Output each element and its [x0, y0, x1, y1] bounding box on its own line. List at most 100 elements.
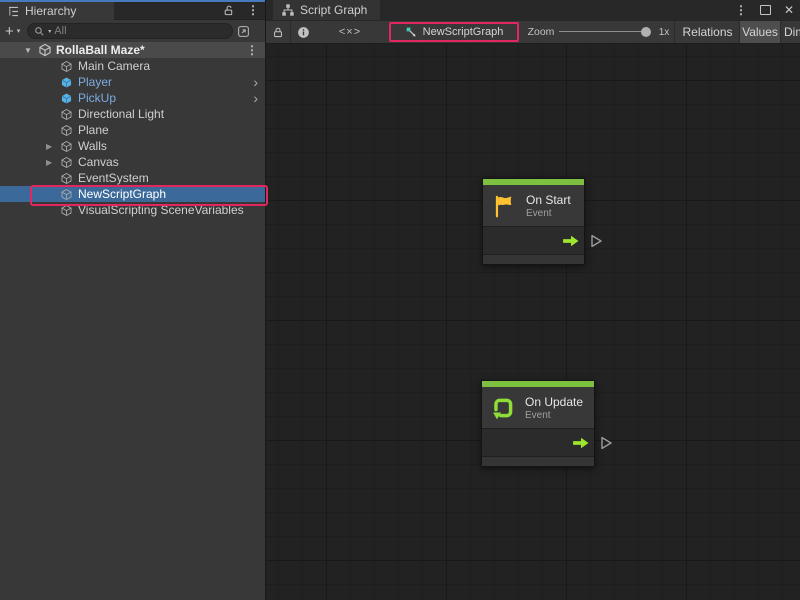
- zoom-value: 1x: [654, 21, 674, 43]
- relations-button[interactable]: Relations: [676, 21, 739, 43]
- cube-icon: [60, 188, 73, 201]
- chevron-right-icon[interactable]: ›: [253, 75, 258, 89]
- node-port-row: [483, 226, 584, 255]
- hierarchy-item-newscriptgraph[interactable]: ▶ NewScriptGraph ›: [0, 186, 265, 202]
- hierarchy-tab-actions: ⋮: [223, 2, 259, 18]
- node-on-start[interactable]: On Start Event: [482, 178, 585, 265]
- graph-icon: [281, 3, 295, 17]
- hierarchy-panel: Hierarchy ⋮ +▾ ▾ All: [0, 0, 265, 600]
- breadcrumb-label: NewScriptGraph: [423, 26, 504, 38]
- hierarchy-icon: [7, 5, 20, 18]
- foldout-icon[interactable]: ▶: [46, 158, 60, 167]
- zoom-label: Zoom: [524, 21, 558, 43]
- script-graph-panel: Script Graph ⋮ ✕ <×> Ne: [265, 0, 800, 600]
- unlock-icon[interactable]: [223, 4, 235, 17]
- node-footer: [483, 255, 584, 264]
- kebab-menu-icon[interactable]: ⋮: [246, 44, 258, 56]
- variables-toggle[interactable]: <×>: [334, 21, 366, 43]
- scene-name: RollaBall Maze*: [56, 43, 145, 57]
- hierarchy-item-walls[interactable]: ▶ Walls ›: [0, 138, 265, 154]
- flow-port-triangle-icon[interactable]: [600, 435, 613, 451]
- hierarchy-tab-bar: Hierarchy ⋮: [0, 0, 265, 20]
- node-header: On Update Event: [482, 387, 594, 428]
- cube-icon: [60, 124, 73, 137]
- item-label: EventSystem: [78, 171, 149, 185]
- unity-editor-window: Hierarchy ⋮ +▾ ▾ All: [0, 0, 800, 600]
- hierarchy-list: ▶ Main Camera › ▶ Player › ▶ PickUp › ▶: [0, 58, 265, 218]
- hierarchy-item-plane[interactable]: ▶ Plane ›: [0, 122, 265, 138]
- cube-icon: [60, 204, 73, 217]
- cube-icon: [60, 140, 73, 153]
- cube-icon: [60, 108, 73, 121]
- item-label: PickUp: [78, 91, 116, 105]
- foldout-icon[interactable]: ▶: [46, 142, 60, 151]
- window-controls: ⋮ ✕: [735, 0, 794, 20]
- node-subtitle: Event: [525, 410, 583, 421]
- hierarchy-item-canvas[interactable]: ▶ Canvas ›: [0, 154, 265, 170]
- info-button[interactable]: [292, 21, 315, 43]
- toolbar-separator: [674, 21, 675, 43]
- node-titles: On Update Event: [525, 395, 583, 421]
- hierarchy-item-main-camera[interactable]: ▶ Main Camera ›: [0, 58, 265, 74]
- flow-output-arrow-icon[interactable]: [571, 436, 590, 449]
- node-on-update[interactable]: On Update Event: [481, 380, 595, 467]
- tab-script-graph[interactable]: Script Graph: [273, 0, 380, 20]
- item-label: VisualScripting SceneVariables: [78, 203, 244, 217]
- foldout-open-icon[interactable]: ▼: [24, 46, 38, 55]
- node-subtitle: Event: [526, 208, 571, 219]
- dim-button[interactable]: Dim: [781, 21, 800, 43]
- node-header: On Start Event: [483, 185, 584, 226]
- unity-logo-icon: [38, 43, 52, 57]
- item-label: Walls: [78, 139, 107, 153]
- graph-breadcrumb[interactable]: NewScriptGraph: [405, 26, 504, 39]
- scene-header[interactable]: ▼ RollaBall Maze* ⋮: [0, 42, 265, 58]
- script-graph-toolbar: <×> NewScriptGraph Zoom 1x Relations Val…: [266, 20, 800, 44]
- item-label: Player: [78, 75, 112, 89]
- item-label: NewScriptGraph: [78, 187, 166, 201]
- kebab-menu-icon[interactable]: ⋮: [247, 4, 259, 16]
- node-footer: [482, 457, 594, 466]
- node-titles: On Start Event: [526, 193, 571, 219]
- item-label: Plane: [78, 123, 109, 137]
- graph-canvas[interactable]: On Start Event On Update Event: [266, 44, 800, 600]
- add-object-button[interactable]: +▾: [5, 24, 20, 39]
- maximize-icon[interactable]: [760, 5, 771, 15]
- item-label: Directional Light: [78, 107, 164, 121]
- hierarchy-item-visualscripting-scenevariables[interactable]: ▶ VisualScripting SceneVariables ›: [0, 202, 265, 218]
- search-placeholder: All: [54, 25, 66, 37]
- zoom-slider-handle[interactable]: [641, 27, 651, 37]
- annotation-box-breadcrumb: NewScriptGraph: [389, 22, 519, 42]
- hierarchy-item-pickup[interactable]: ▶ PickUp ›: [0, 90, 265, 106]
- prefab-cube-icon: [60, 92, 73, 105]
- node-port-row: [482, 428, 594, 457]
- cube-icon: [60, 172, 73, 185]
- flow-port-triangle-icon[interactable]: [590, 233, 603, 249]
- node-title: On Update: [525, 395, 583, 409]
- focus-indicator: [0, 0, 265, 2]
- zoom-slider-track[interactable]: [559, 31, 647, 32]
- search-filter-caret-icon: ▾: [48, 28, 51, 35]
- toolbar-separator: [290, 21, 291, 43]
- close-icon[interactable]: ✕: [784, 4, 794, 16]
- chevron-right-icon[interactable]: ›: [253, 91, 258, 105]
- lock-button[interactable]: [266, 21, 289, 43]
- picker-icon[interactable]: [237, 25, 250, 38]
- hierarchy-item-player[interactable]: ▶ Player ›: [0, 74, 265, 90]
- script-graph-tab-label: Script Graph: [300, 3, 367, 17]
- caret-down-icon: ▾: [17, 28, 21, 35]
- hierarchy-item-directional-light[interactable]: ▶ Directional Light ›: [0, 106, 265, 122]
- hierarchy-tab-label: Hierarchy: [25, 4, 76, 18]
- tab-hierarchy[interactable]: Hierarchy: [0, 2, 114, 20]
- cube-icon: [60, 156, 73, 169]
- plus-icon: +: [5, 24, 14, 39]
- kebab-menu-icon[interactable]: ⋮: [735, 4, 747, 16]
- search-input[interactable]: ▾ All: [27, 23, 233, 39]
- hierarchy-item-eventsystem[interactable]: ▶ EventSystem ›: [0, 170, 265, 186]
- prefab-cube-icon: [60, 76, 73, 89]
- flow-output-arrow-icon[interactable]: [561, 234, 580, 247]
- node-title: On Start: [526, 193, 571, 207]
- values-button[interactable]: Values: [740, 21, 780, 43]
- search-icon: [34, 26, 45, 37]
- script-graph-asset-icon: [405, 26, 418, 39]
- loop-icon: [490, 395, 516, 421]
